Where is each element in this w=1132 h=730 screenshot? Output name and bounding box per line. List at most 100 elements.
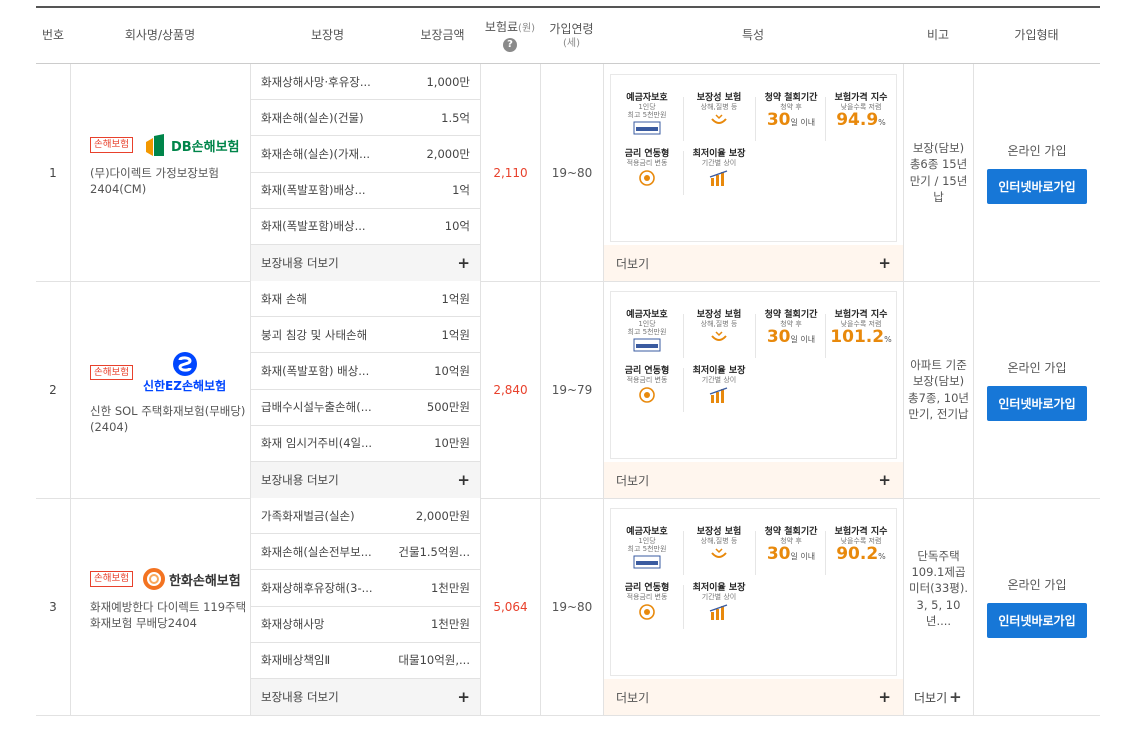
coverage-name: 화재손해(실손전부보... [261, 544, 372, 559]
deposit-stamp-icon [633, 555, 661, 569]
coverage-amount: 대물10억원,... [398, 653, 470, 668]
coverage-amount: 2,000만 [426, 146, 470, 161]
coverage-name: 급배수시설누출손해(... [261, 400, 372, 415]
coverage-more-button[interactable]: 보장내용 더보기 + [251, 245, 480, 281]
coverage-row: 화재손해(실손전부보... 건물1.5억원... [251, 534, 480, 571]
coverage-row: 화재손해(실손)(건물) 1.5억 [251, 100, 480, 137]
coverage-row: 화재손해(실손)(가재... 2,000만 [251, 136, 480, 173]
join-cell: 온라인 가입인터넷바로가입 [974, 498, 1100, 715]
header-feature: 특성 [741, 28, 765, 43]
header-age: 가입연령 (세) [549, 21, 594, 49]
coverage-row: 화재상해후유장해(3-... 1천만원 [251, 570, 480, 607]
row-number: 2 [49, 382, 57, 397]
age-range: 19~79 [551, 382, 593, 397]
feature-more-button[interactable]: 더보기 + [604, 679, 903, 715]
header-no: 번호 [41, 28, 65, 43]
join-type: 온라인 가입 [1007, 360, 1067, 375]
feature-panel: 예금자보호 1인당 최고 5천만원 보장성 보험 상해,질병 등 청약 철회기간 청약 … [610, 291, 897, 459]
separator [683, 585, 684, 629]
age-range: 19~80 [551, 599, 593, 614]
coverage-more-button[interactable]: 보장내용 더보기 + [251, 679, 480, 715]
coverage-row: 가족화재벌금(실손) 2,000만원 [251, 498, 480, 535]
product-name: 신한 SOL 주택화재보험(무배당)(2404) [90, 404, 246, 434]
coverage-amount: 2,000만원 [415, 508, 470, 523]
coverage-amount: 500만원 [426, 400, 470, 415]
row-number: 1 [49, 165, 57, 180]
coverage-amount: 10억원 [434, 363, 470, 378]
note-text: 단독주택 109.1제곱미터(33평). 3, 5, 10년.... [908, 549, 968, 628]
coverage-row: 화재(폭발포함)배상... 10억 [251, 208, 480, 245]
shield-heart-icon [711, 114, 727, 125]
separator [683, 314, 684, 358]
plus-icon: + [878, 688, 891, 706]
company-logo: DB손해보험 [143, 134, 240, 156]
join-type: 온라인 가입 [1007, 143, 1067, 158]
guarantee-type: 보장성 보험 상해,질병 등 [687, 93, 751, 132]
header-premium: 보험료(원)? [484, 20, 536, 52]
coin-icon [639, 170, 655, 187]
deposit-protection: 예금자보호 1인당 최고 5천만원 [615, 310, 679, 355]
separator [755, 314, 756, 358]
header-coverage: 보장명 [310, 28, 345, 43]
coverage-amount: 1,000만 [426, 74, 470, 89]
plus-icon: + [457, 471, 470, 489]
insurance-comparison-table: 번호 회사명/상품명 보장명 보장금액 보험료(원)? 가입연령 (세) 특성 비… [0, 0, 1132, 730]
header-company: 회사명/상품명 [124, 28, 196, 43]
internet-join-button[interactable]: 인터넷바로가입 [987, 385, 1087, 421]
feature-more-button[interactable]: 더보기 + [604, 462, 903, 498]
company-info: 손해보험 한화손해보험 화재예방한다 다이렉트 119주택화재보험 무배당2404 [80, 568, 250, 631]
coin-icon [639, 387, 655, 404]
coverage-amount: 10만원 [434, 436, 470, 451]
coverage-row: 화재 손해 1억원 [251, 281, 480, 318]
rate-linked: 금리 연동형 적용금리 변동 [615, 149, 679, 190]
guarantee-type: 보장성 보험 상해,질병 등 [687, 310, 751, 349]
coverage-name: 화재배상책임Ⅱ [261, 653, 331, 668]
coverage-row: 화재(폭발포함) 배상... 10억원 [251, 353, 480, 390]
plus-icon: + [457, 688, 470, 706]
separator [683, 531, 684, 575]
coverage-row: 화재배상책임Ⅱ 대물10억원,... [251, 642, 480, 679]
plus-icon: + [949, 688, 962, 706]
category-badge: 손해보험 [90, 364, 133, 381]
coin-icon [639, 604, 655, 621]
coverage-amount: 건물1.5억원... [398, 544, 470, 559]
header-note: 비고 [926, 28, 950, 43]
category-badge: 손해보험 [90, 137, 133, 153]
price-index: 보험가격 지수 낮을수록 저렴 90.2% [834, 527, 888, 565]
company-logo: 한화손해보험 [142, 568, 241, 590]
coverage-row: 화재(폭발포함)배상... 1억 [251, 172, 480, 209]
plus-icon: + [878, 254, 891, 272]
coverage-name: 화재 손해 [261, 291, 307, 306]
help-icon[interactable]: ? [503, 37, 517, 52]
note-more-button[interactable]: 더보기 + [904, 679, 973, 715]
coverage-name: 화재상해사망 [261, 617, 325, 632]
plus-icon: + [878, 471, 891, 489]
coverage-name: 화재손해(실손)(건물) [261, 110, 364, 125]
coverage-row: 화재상해사망·후유장... 1,000만 [251, 64, 480, 101]
coverage-row: 화재상해사망 1천만원 [251, 606, 480, 643]
bar-chart-icon [709, 387, 728, 404]
feature-more-button[interactable]: 더보기 + [604, 245, 903, 281]
plus-icon: + [457, 254, 470, 272]
coverage-amount: 1억 [452, 183, 470, 198]
coverage-name: 가족화재벌금(실손) [261, 508, 355, 523]
rate-linked: 금리 연동형 적용금리 변동 [615, 583, 679, 624]
db-logo-icon [145, 134, 164, 156]
guarantee-type: 보장성 보험 상해,질병 등 [687, 527, 751, 566]
header-amount: 보장금액 [420, 28, 465, 43]
deposit-protection: 예금자보호 1인당 최고 5천만원 [615, 527, 679, 572]
join-type: 온라인 가입 [1007, 577, 1067, 592]
feature-panel: 예금자보호 1인당 최고 5천만원 보장성 보험 상해,질병 등 청약 철회기간 청약 … [610, 74, 897, 242]
internet-join-button[interactable]: 인터넷바로가입 [987, 168, 1087, 204]
join-cell: 온라인 가입인터넷바로가입 [974, 64, 1100, 281]
join-cell: 온라인 가입인터넷바로가입 [974, 281, 1100, 498]
internet-join-button[interactable]: 인터넷바로가입 [987, 602, 1087, 638]
min-rate: 최저이율 보장 기간별 상이 [687, 583, 751, 624]
coverage-name: 화재상해후유장해(3-... [261, 580, 373, 595]
company-info: 손해보험 신한EZ손해보험 신한 SOL 주택화재보험(무배당)(2404) [80, 351, 250, 435]
note-text: 보장(담보) 총6종 15년만기 / 15년납 [909, 141, 968, 204]
coverage-amount: 1천만원 [430, 580, 470, 595]
coverage-more-button[interactable]: 보장내용 더보기 + [251, 462, 480, 498]
premium-value: 2,840 [493, 382, 528, 397]
shield-heart-icon [711, 331, 727, 342]
